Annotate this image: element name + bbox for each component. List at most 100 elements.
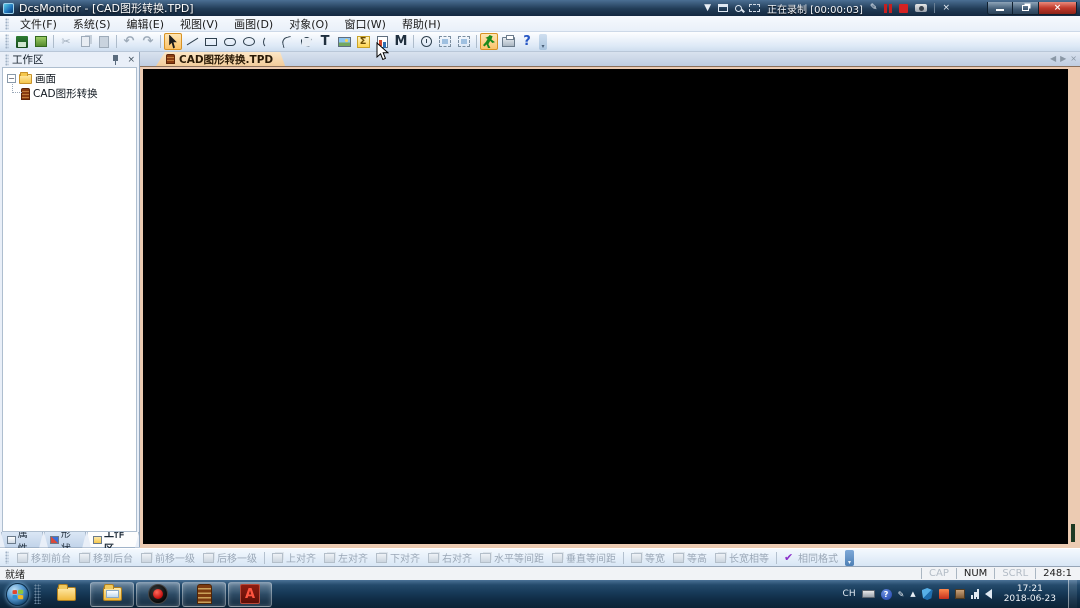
canvas-scroll-indicator[interactable] [1071, 524, 1075, 542]
tab-prev-icon[interactable]: ◀ [1050, 54, 1056, 63]
restore-button[interactable] [1013, 2, 1039, 15]
start-button[interactable] [2, 581, 32, 607]
window-controls: × [987, 2, 1077, 15]
menu-view[interactable]: 视图(V) [172, 15, 226, 33]
ungroup-button[interactable] [455, 33, 473, 50]
ellipse-tool-button[interactable] [240, 33, 258, 50]
recorder-pause-icon[interactable] [884, 4, 892, 13]
select-tool-button[interactable] [164, 33, 182, 50]
save-button[interactable] [13, 33, 31, 50]
curve-tool-button[interactable] [278, 33, 296, 50]
menu-file[interactable]: 文件(F) [12, 15, 65, 33]
taskbar-dcsmonitor-button[interactable] [182, 582, 226, 607]
menu-object[interactable]: 对象(O) [281, 15, 336, 33]
equal-height-button[interactable]: 等高 [670, 550, 710, 565]
tray-flag-icon[interactable] [939, 589, 949, 599]
rectangle-icon [205, 38, 217, 46]
tree-node-root[interactable]: − 画面 [7, 71, 136, 86]
clock[interactable]: 17:21 2018-06-23 [998, 584, 1062, 605]
undo-icon: ↶ [124, 35, 135, 48]
tab-next-icon[interactable]: ▶ [1060, 54, 1066, 63]
recorder-stop-icon[interactable] [899, 4, 908, 13]
menu-draw[interactable]: 画图(D) [226, 15, 281, 33]
align-toolbar: 移到前台 移到后台 前移一级 后移一级 上对齐 左对齐 下对齐 右对齐 水平等间… [0, 548, 1080, 566]
security-shield-icon[interactable] [922, 588, 933, 600]
keyboard-icon[interactable] [862, 590, 875, 598]
tab-close-icon[interactable]: × [1070, 54, 1077, 63]
document-tab[interactable]: CAD图形转换.TPD [156, 52, 285, 66]
tab-shape[interactable]: 形状 [44, 532, 86, 548]
equal-size-button[interactable]: 长宽相等 [712, 550, 772, 565]
same-format-button[interactable]: ✔相同格式 [781, 550, 841, 565]
pin-icon[interactable] [111, 55, 120, 65]
taskbar-recorder-button[interactable] [136, 582, 180, 607]
recorder-pen-icon[interactable]: ✎ [870, 0, 878, 16]
toolbar-overflow-button[interactable]: ▾ [539, 34, 547, 50]
align-left-button[interactable]: 左对齐 [321, 550, 371, 565]
minimize-button[interactable] [987, 2, 1013, 15]
equal-width-button[interactable]: 等宽 [628, 550, 668, 565]
paste-button[interactable] [95, 33, 113, 50]
recorder-region-icon[interactable] [749, 4, 760, 12]
recorder-snapshot-icon[interactable] [915, 4, 927, 12]
help-button[interactable]: ? [518, 33, 536, 50]
h-equal-spacing-button[interactable]: 水平等间距 [477, 550, 547, 565]
copy-button[interactable] [76, 33, 94, 50]
align-top-button[interactable]: 上对齐 [269, 550, 319, 565]
cut-button[interactable]: ✂ [57, 33, 75, 50]
toolbar-grip [5, 34, 9, 49]
language-indicator[interactable]: CH [843, 589, 856, 599]
polygon-tool-button[interactable] [297, 33, 315, 50]
menu-edit[interactable]: 编辑(E) [119, 15, 173, 33]
macro-tool-button[interactable]: M [392, 33, 410, 50]
taskbar-explorer-button[interactable] [44, 582, 88, 607]
rounded-rectangle-tool-button[interactable] [221, 33, 239, 50]
group-button[interactable] [436, 33, 454, 50]
tree-node-drawing[interactable]: CAD图形转换 [7, 86, 136, 101]
align-right-button[interactable]: 右对齐 [425, 550, 475, 565]
drawing-canvas[interactable] [143, 69, 1068, 544]
taskbar-open-folder-button[interactable] [90, 582, 134, 607]
show-desktop-button[interactable] [1068, 580, 1077, 608]
image-tool-button[interactable] [335, 33, 353, 50]
send-to-back-button[interactable]: 移到后台 [76, 550, 136, 565]
redo-button[interactable]: ↷ [139, 33, 157, 50]
tray-help-icon[interactable]: ? [881, 589, 892, 600]
rectangle-tool-button[interactable] [202, 33, 220, 50]
tray-pen-icon[interactable]: ✎ [898, 590, 905, 599]
bring-forward-button[interactable]: 前移一级 [138, 550, 198, 565]
save-all-button[interactable] [32, 33, 50, 50]
text-tool-button[interactable]: T [316, 33, 334, 50]
align-toolbar-overflow-button[interactable]: ▾ [845, 550, 854, 566]
timer-button[interactable] [417, 33, 435, 50]
close-button[interactable]: × [1039, 2, 1077, 15]
menu-help[interactable]: 帮助(H) [394, 15, 449, 33]
menu-window[interactable]: 窗口(W) [336, 15, 393, 33]
bring-to-front-button[interactable]: 移到前台 [14, 550, 74, 565]
menu-system[interactable]: 系统(S) [65, 15, 119, 33]
arc-tool-button[interactable] [259, 33, 277, 50]
tab-properties[interactable]: 属性 [1, 532, 43, 548]
formula-tool-button[interactable]: Σ [354, 33, 372, 50]
align-bottom-button[interactable]: 下对齐 [373, 550, 423, 565]
recorder-window-icon[interactable] [718, 4, 728, 12]
undo-button[interactable]: ↶ [120, 33, 138, 50]
volume-icon[interactable] [985, 589, 992, 599]
print-button[interactable] [499, 33, 517, 50]
tree-expander-icon[interactable]: − [7, 74, 16, 83]
tab-workspace[interactable]: 工作区 [87, 532, 139, 548]
equal-height-icon [673, 553, 684, 563]
tray-expand-icon[interactable]: ▲ [910, 590, 915, 598]
taskbar-autocad-button[interactable]: A [228, 582, 272, 607]
tray-app-icon[interactable] [955, 589, 965, 599]
v-equal-spacing-button[interactable]: 垂直等间距 [549, 550, 619, 565]
recorder-zoom-icon[interactable] [735, 5, 742, 12]
recorder-close-icon[interactable]: × [942, 0, 950, 16]
run-button[interactable] [480, 33, 498, 50]
line-tool-button[interactable] [183, 33, 201, 50]
polygon-icon [301, 37, 312, 47]
recorder-dropdown-icon[interactable]: ▼ [704, 0, 711, 16]
panel-close-icon[interactable]: × [125, 55, 137, 65]
send-backward-button[interactable]: 后移一级 [200, 550, 260, 565]
report-tool-button[interactable] [373, 33, 391, 50]
